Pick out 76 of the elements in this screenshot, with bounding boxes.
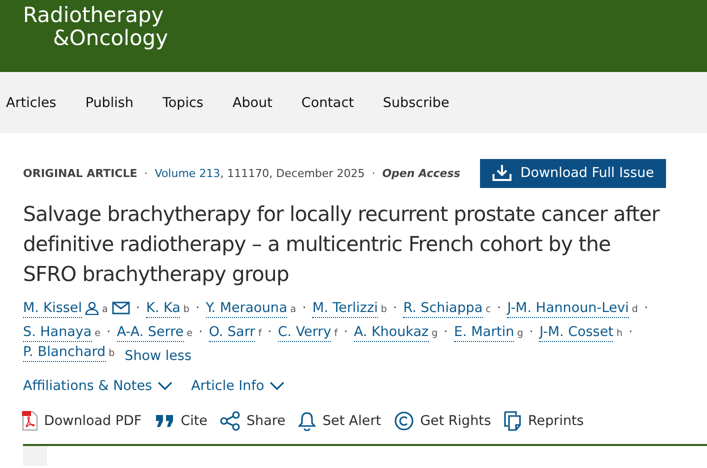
author-link[interactable]: A. Khoukaz (354, 324, 429, 342)
action-button[interactable]: Set Alert (298, 411, 382, 431)
author-link[interactable]: O. Sarr (208, 324, 256, 342)
nav-link[interactable]: Publish (85, 94, 134, 110)
affiliation-mark: g (517, 329, 524, 339)
issue-details: , 111170, December 2025 (220, 166, 365, 180)
person-icon (84, 301, 99, 315)
download-icon (492, 164, 512, 182)
affiliation-mark: a (102, 305, 108, 315)
chevron-down-icon (157, 381, 174, 391)
nav-link[interactable]: Contact (301, 94, 354, 110)
action-button[interactable]: Reprints (504, 411, 584, 431)
action-button[interactable]: Get Rights (394, 411, 491, 431)
affiliation-mark: a (290, 305, 296, 315)
nav-link[interactable]: About (232, 94, 272, 110)
author-link[interactable]: A-A. Serre (116, 324, 184, 342)
share-icon (220, 411, 240, 431)
nav-link[interactable]: Topics (162, 94, 204, 110)
action-button[interactable]: Cite (154, 411, 208, 431)
nav-link[interactable]: Articles (6, 94, 56, 110)
document-icon (22, 411, 38, 431)
author-link[interactable]: M. Kissel (23, 300, 82, 318)
affiliation-mark: b (108, 349, 115, 359)
affiliation-mark: f (334, 329, 338, 339)
author-link[interactable]: M. Terlizzi (312, 300, 378, 318)
expand-toggle[interactable]: Article Info (191, 378, 286, 394)
affiliation-mark: c (486, 305, 491, 315)
separator-dot: · (529, 323, 534, 342)
quote-icon (154, 413, 175, 429)
separator-dot: · (496, 299, 502, 318)
affiliation-mark: h (616, 329, 622, 339)
separator-dot: · (392, 299, 398, 318)
mail-icon (112, 301, 130, 315)
copies-icon (504, 411, 522, 431)
affiliation-mark: b (183, 305, 190, 315)
affiliation-mark: f (258, 329, 262, 339)
open-access-label: Open Access (382, 166, 460, 180)
action-button[interactable]: Share (220, 411, 286, 431)
author-link[interactable]: K. Ka (146, 300, 180, 318)
author-link[interactable]: R. Schiappa (403, 300, 483, 318)
article-title: Salvage brachytherapy for locally recurrent prostate cancer after definitive radiotherapy – a multicentric French cohort by the SFRO brachytherapy group (23, 201, 661, 288)
affiliation-mark: b (380, 305, 387, 315)
author-link[interactable]: Y. Meraouna (206, 300, 288, 318)
nav-link[interactable]: Subscribe (382, 94, 450, 110)
separator-dot: · (444, 323, 448, 342)
author-link[interactable]: E. Martin (454, 324, 514, 342)
separator-dot: · (644, 299, 648, 318)
download-issue-button[interactable]: Download Full Issue (480, 158, 666, 188)
separator-dot: · (195, 299, 200, 318)
affiliation-mark: e (94, 329, 101, 339)
author-link[interactable]: P. Blanchard (23, 344, 106, 362)
separator-dot: · (106, 323, 111, 342)
bell-icon (298, 411, 316, 431)
separator-dot: · (302, 299, 306, 318)
separator-dot: · (198, 323, 203, 342)
separator-dot: · (144, 166, 148, 180)
copyright-icon (394, 411, 414, 431)
journal-logo[interactable]: Radiotherapy &Oncology (23, 4, 168, 50)
affiliation-mark: g (432, 329, 438, 339)
separator-dot: · (372, 166, 376, 180)
author-link[interactable]: C. Verry (278, 324, 332, 342)
action-button[interactable]: Download PDF (22, 411, 142, 431)
author-link[interactable]: S. Hanaya (23, 324, 92, 342)
separator-dot: · (268, 323, 272, 342)
affiliation-mark: d (632, 305, 638, 315)
article-type: ORIGINAL ARTICLE (23, 166, 138, 180)
expand-toggle[interactable]: Affiliations & Notes (23, 378, 174, 394)
separator-dot: · (136, 299, 140, 318)
separator-dot: · (628, 323, 633, 342)
chevron-down-icon (269, 381, 286, 391)
author-link[interactable]: J-M. Hannoun-Levi (507, 300, 629, 318)
author-link[interactable]: J-M. Cosset (539, 324, 614, 342)
separator-dot: · (344, 323, 348, 342)
volume-link[interactable]: Volume 213 (154, 166, 220, 180)
affiliation-mark: e (186, 329, 193, 339)
show-less-link[interactable]: Show less (124, 344, 192, 368)
